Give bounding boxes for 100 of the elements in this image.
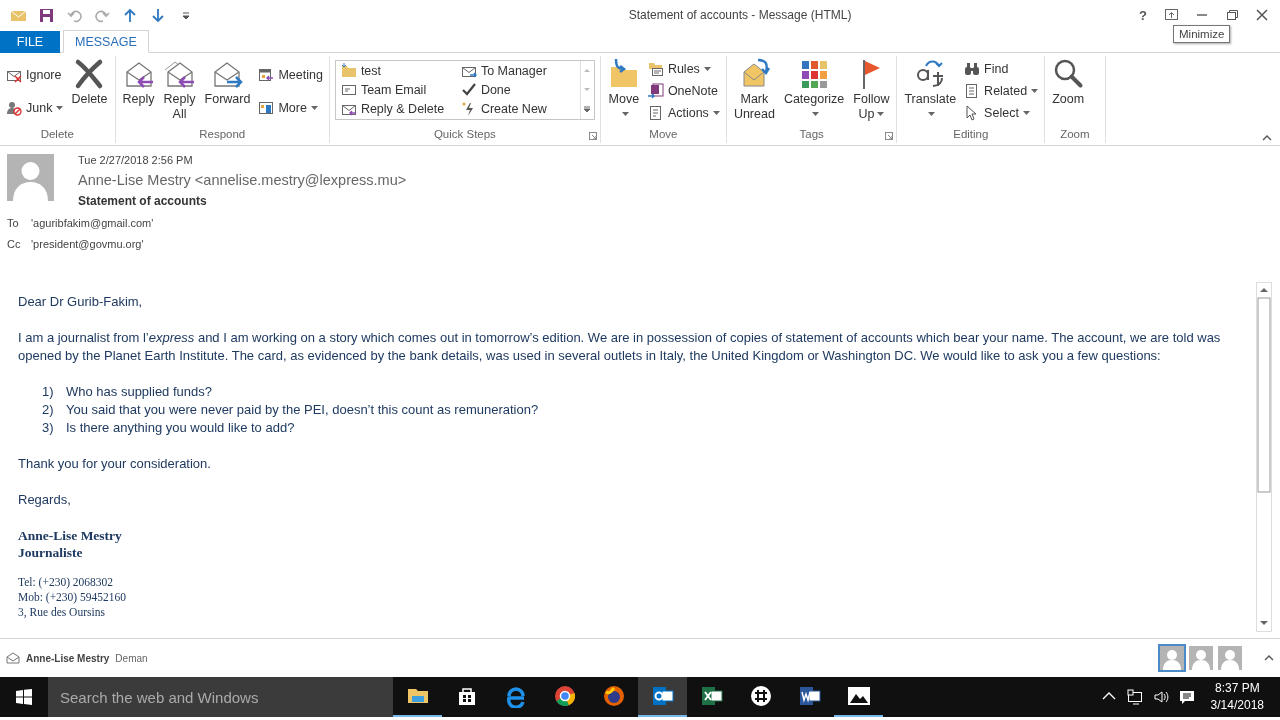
notebook-icon <box>647 83 664 99</box>
clock-date[interactable]: 3/14/2018 <box>1210 697 1264 714</box>
recipient-address: 'aguribfakim@gmail.com' <box>31 217 154 229</box>
save-icon[interactable] <box>38 7 54 23</box>
vertical-scrollbar[interactable] <box>1256 282 1272 632</box>
ribbon-button[interactable]: Reply All <box>159 56 200 126</box>
sender-name: Anne-Lise Mestry <box>26 652 110 664</box>
ribbon-button[interactable]: Translate <box>900 56 961 126</box>
list-item-text: You said that you were never paid by the PEI, doesn’t this count as remuneration? <box>66 401 539 419</box>
ribbon-button[interactable]: Done <box>457 80 578 99</box>
message-snippet: Deman <box>115 652 148 664</box>
calendar-icon <box>258 66 275 83</box>
list-item-text: Is there anything you would like to add? <box>66 419 295 437</box>
ribbon-display-icon[interactable] <box>1164 7 1180 23</box>
notification-icon[interactable] <box>1178 689 1195 705</box>
grid-tile-icon <box>699 684 724 708</box>
ribbon-button[interactable]: Team Email <box>337 80 458 99</box>
close-icon[interactable] <box>1254 7 1270 23</box>
taskbar-button[interactable] <box>638 677 687 717</box>
contact-line: Tel: (+230) 2068302 <box>18 575 114 590</box>
ribbon-button[interactable]: test <box>337 61 458 80</box>
recipient-label: To <box>7 217 19 229</box>
person-silhouette-icon <box>1160 646 1184 670</box>
help-button[interactable]: ? <box>1132 5 1154 25</box>
more-caret-icon[interactable] <box>583 105 592 113</box>
folder-icon <box>340 62 357 79</box>
avatar-silhouette <box>7 154 54 201</box>
arrow-up-icon[interactable] <box>122 7 138 23</box>
ribbon-button[interactable]: Forward <box>200 56 255 126</box>
window-title: Statement of accounts - Message (HTML) <box>627 8 853 22</box>
recipient-label: Cc <box>7 238 19 250</box>
signature-line: Anne-Lise Mestry <box>18 527 122 544</box>
ribbon-button[interactable]: Find <box>961 59 1042 79</box>
person-block-icon <box>6 99 22 116</box>
restore-icon[interactable] <box>1224 7 1240 23</box>
dialog-launcher-icon[interactable] <box>588 132 597 140</box>
mountain-image-icon <box>846 684 871 708</box>
ribbon-button[interactable]: Zoom <box>1048 56 1089 126</box>
group-label: Editing <box>953 127 989 142</box>
speaker-icon[interactable] <box>1152 689 1169 705</box>
contact-avatar[interactable] <box>1158 644 1186 672</box>
ribbon-button[interactable]: Move <box>603 56 644 126</box>
fox-globe-icon <box>601 684 626 708</box>
arrow-down-icon[interactable] <box>150 7 166 23</box>
ribbon-button[interactable]: Actions <box>644 103 723 123</box>
group-label: Tags <box>799 127 824 142</box>
round-logo-icon <box>552 684 577 708</box>
envelope-tile-icon <box>650 684 675 708</box>
list-item-text: Who has supplied funds? <box>66 383 212 401</box>
group-label: Respond <box>199 127 246 142</box>
group-label: Quick Steps <box>433 127 496 142</box>
clock-time[interactable]: 8:37 PM <box>1214 680 1260 697</box>
ribbon-button[interactable]: To Manager <box>457 61 578 80</box>
contact-line: 3, Rue des Oursins <box>18 605 105 620</box>
ribbon-button[interactable]: Meeting <box>255 64 326 85</box>
ribbon-button[interactable]: Junk <box>3 97 67 118</box>
dialog-launcher-icon[interactable] <box>885 132 894 140</box>
search-field[interactable]: Search the web and Windows <box>48 677 393 717</box>
body-paragraph: Thank you for your consideration. <box>18 455 212 473</box>
ribbon-button[interactable]: Ignore <box>3 64 67 85</box>
ribbon-button[interactable]: Follow Up <box>849 56 894 126</box>
hash-icon <box>748 684 773 708</box>
binoculars-icon <box>964 61 981 77</box>
checkmark-icon <box>460 81 477 98</box>
document-icon <box>647 105 664 121</box>
ribbon-button[interactable]: Reply <box>118 56 159 126</box>
group-label: Move <box>649 127 678 142</box>
ribbon-button[interactable]: Rules <box>644 59 723 79</box>
ribbon-button[interactable]: Categorize <box>779 56 849 126</box>
windows-logo-icon <box>16 689 32 705</box>
ribbon-button[interactable]: Create New <box>457 99 578 118</box>
list-number: 2) <box>42 401 55 419</box>
ribbon-button[interactable]: Related <box>961 81 1042 101</box>
ribbon-tab[interactable]: FILE <box>0 31 60 53</box>
body-paragraph: Dear Dr Gurib-Fakim, <box>18 293 144 311</box>
group-label: Zoom <box>1060 127 1090 142</box>
list-number: 3) <box>42 419 55 437</box>
ribbon-button[interactable]: Delete <box>67 56 112 126</box>
signature-line: Journaliste <box>18 544 83 561</box>
ribbon-button[interactable]: Mark Unread <box>729 56 779 126</box>
ribbon-button[interactable]: OneNote <box>644 81 723 101</box>
envelope-icon <box>6 652 20 664</box>
tooltip: Minimize <box>1173 25 1231 43</box>
group-label: Delete <box>40 127 74 142</box>
list-number: 1) <box>42 383 55 401</box>
ribbon-tab[interactable]: MESSAGE <box>63 30 149 53</box>
collapse-ribbon-icon[interactable] <box>1262 135 1272 141</box>
contact-line: Mob: (+230) 59452160 <box>18 590 127 605</box>
expand-pane-icon[interactable] <box>1264 655 1274 661</box>
ribbon-button[interactable]: More <box>255 97 326 118</box>
body-paragraph: I am a journalist from l’express and I am working on a story which comes out in tomorrow’s edition. We are in possession of copies of statement of accounts which bear your name. The account, we are told was opened by the Planet Earth Institute. The card, as evidenced by the bank details, was used in several outlets in Italy, the United Kingdom or Washington DC. We would like to ask you a few questions: <box>18 329 1222 365</box>
subject-line: Statement of accounts <box>78 194 208 208</box>
ribbon-button[interactable]: Reply & Delete <box>337 99 458 118</box>
document-tile-icon <box>797 684 822 708</box>
sent-date: Tue 2/27/2018 2:56 PM <box>78 154 194 166</box>
search-icon <box>1052 58 1085 90</box>
body-paragraph: Regards, <box>18 491 72 509</box>
network-icon[interactable] <box>1126 689 1143 705</box>
ribbon-button[interactable]: Select <box>961 103 1042 123</box>
person-silhouette-icon <box>1189 646 1213 670</box>
